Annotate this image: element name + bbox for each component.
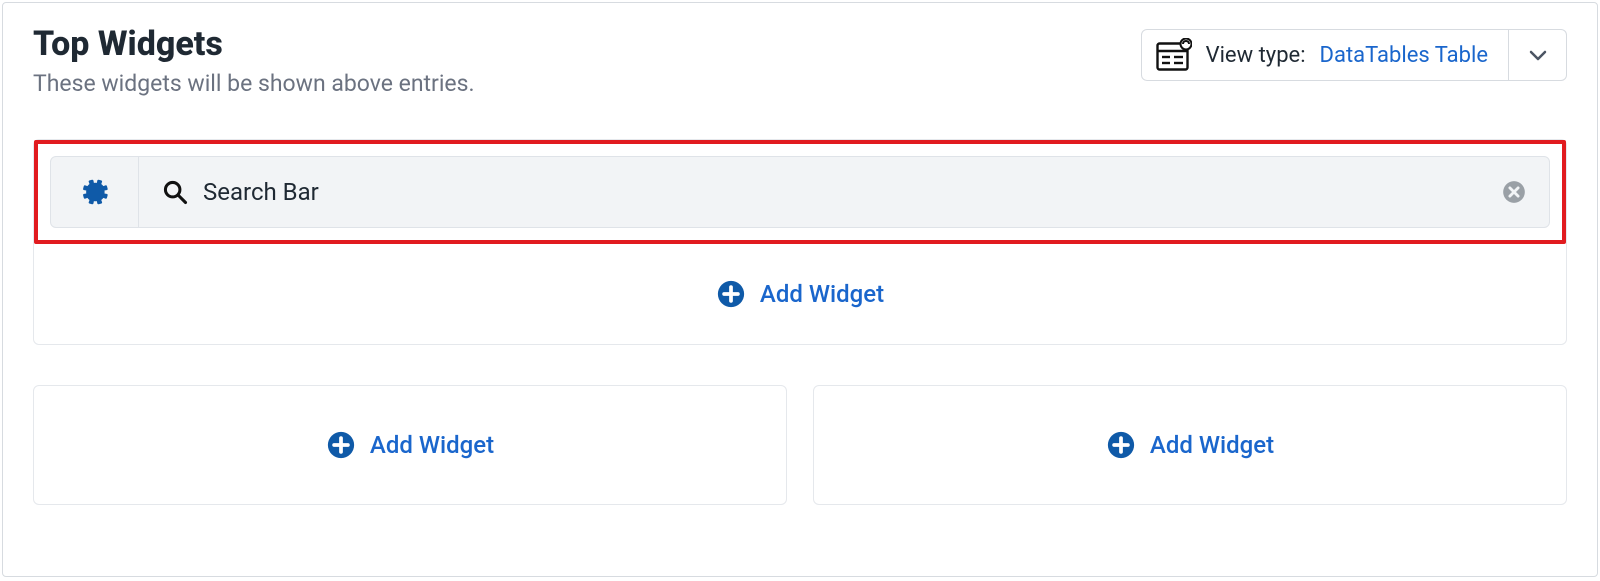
add-widget-slot-left[interactable]: Add Widget <box>33 385 787 505</box>
top-widgets-zone: Search Bar <box>33 139 1567 345</box>
add-widget-label: Add Widget <box>370 431 494 459</box>
table-icon <box>1156 38 1192 72</box>
view-type-label: View type: <box>1206 43 1306 68</box>
title-block: Top Widgets These widgets will be shown … <box>33 25 475 97</box>
gear-icon <box>80 177 110 207</box>
view-type-selector[interactable]: View type: DataTables Table <box>1141 29 1567 81</box>
view-type-value: DataTables Table <box>1320 43 1488 68</box>
add-widget-label: Add Widget <box>760 280 884 308</box>
panel-subtitle: These widgets will be shown above entrie… <box>33 70 475 97</box>
view-type-expand[interactable] <box>1509 29 1567 81</box>
panel-header: Top Widgets These widgets will be shown … <box>33 25 1567 97</box>
widget-name-label: Search Bar <box>203 178 319 206</box>
widget-name: Search Bar <box>139 157 1479 227</box>
top-widgets-panel: Top Widgets These widgets will be shown … <box>2 2 1598 577</box>
plus-circle-icon <box>716 279 746 309</box>
add-widget-label: Add Widget <box>1150 431 1274 459</box>
widget-remove-button[interactable] <box>1479 157 1549 227</box>
plus-circle-icon <box>1106 430 1136 460</box>
widget-slots-row: Add Widget Add Widget <box>33 385 1567 505</box>
chevron-down-icon <box>1527 44 1549 66</box>
widget-highlight-frame: Search Bar <box>34 140 1566 244</box>
widget-settings-button[interactable] <box>51 157 139 227</box>
search-icon <box>161 178 189 206</box>
add-widget-slot-right[interactable]: Add Widget <box>813 385 1567 505</box>
close-circle-icon <box>1501 179 1527 205</box>
view-type-button[interactable]: View type: DataTables Table <box>1141 29 1509 81</box>
widget-item-search-bar[interactable]: Search Bar <box>50 156 1550 228</box>
plus-circle-icon <box>326 430 356 460</box>
add-widget-top[interactable]: Add Widget <box>34 244 1566 344</box>
panel-title: Top Widgets <box>33 25 475 64</box>
